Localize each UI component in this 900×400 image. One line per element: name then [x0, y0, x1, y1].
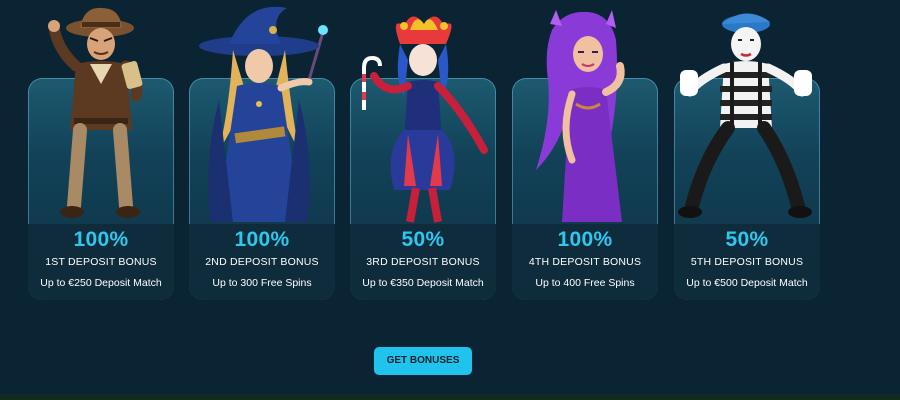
bonus-description: Up to €250 Deposit Match [40, 277, 162, 289]
explorer-character [28, 0, 174, 224]
bonus-description: Up to 400 Free Spins [535, 277, 635, 289]
bonus-card-5: 50% 5TH DEPOSIT BONUS Up to €500 Deposit… [674, 0, 820, 300]
bonus-description: Up to €350 Deposit Match [362, 277, 484, 289]
bonus-title: 5TH DEPOSIT BONUS [690, 256, 804, 268]
bottom-divider [0, 394, 900, 400]
bonus-percent: 100% [557, 228, 613, 251]
bonus-description: Up to 300 Free Spins [212, 277, 312, 289]
bonus-title: 4TH DEPOSIT BONUS [528, 256, 642, 268]
bonus-title: 1ST DEPOSIT BONUS [45, 256, 157, 268]
get-bonuses-button[interactable]: GET BONUSES [374, 347, 472, 375]
bonus-title: 3RD DEPOSIT BONUS [366, 256, 480, 268]
bonus-description: Up to €500 Deposit Match [686, 277, 808, 289]
bonus-card-2: 100% 2ND DEPOSIT BONUS Up to 300 Free Sp… [189, 0, 335, 300]
purple-hair-character [512, 0, 658, 224]
witch-character [189, 0, 335, 224]
bonus-card-3: 50% 3RD DEPOSIT BONUS Up to €350 Deposit… [350, 0, 496, 300]
bonus-title: 2ND DEPOSIT BONUS [205, 256, 319, 268]
bonus-card-1: 100% 1ST DEPOSIT BONUS Up to €250 Deposi… [28, 0, 174, 300]
bonus-percent: 100% [73, 228, 129, 251]
bonus-card-4: 100% 4TH DEPOSIT BONUS Up to 400 Free Sp… [512, 0, 658, 300]
bonus-percent: 50% [401, 228, 445, 251]
bonus-percent: 50% [725, 228, 769, 251]
bonus-percent: 100% [234, 228, 290, 251]
jester-character [350, 0, 496, 224]
mime-character [674, 0, 820, 224]
bonus-cards-row: 100% 1ST DEPOSIT BONUS Up to €250 Deposi… [0, 0, 900, 310]
